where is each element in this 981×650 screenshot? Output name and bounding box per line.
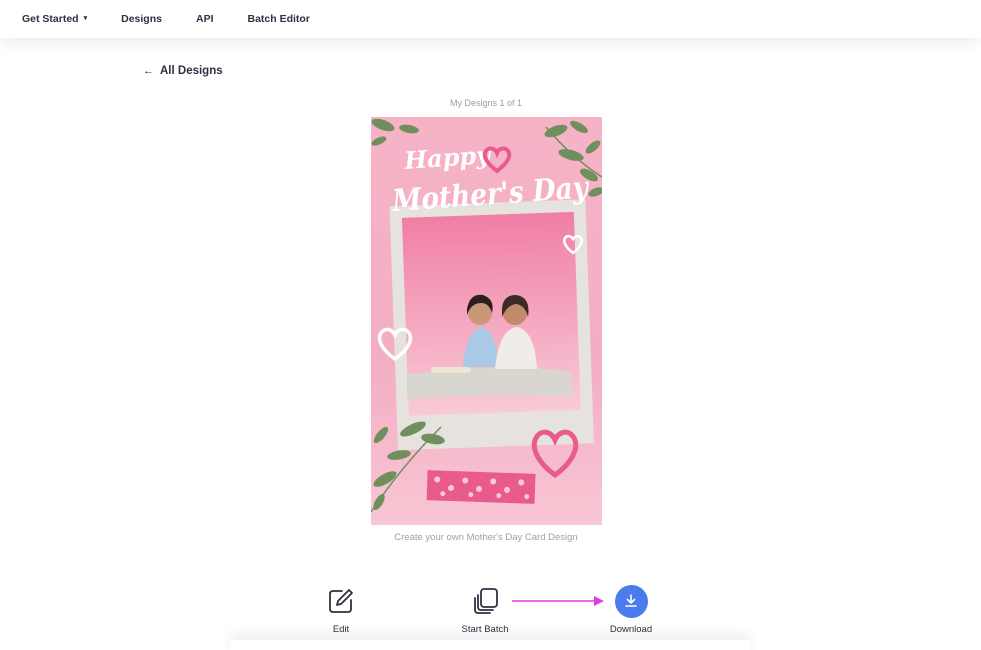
edit-button[interactable]: Edit (296, 585, 386, 635)
chevron-down-icon: ▾ (83, 15, 88, 22)
download-icon (614, 584, 648, 618)
download-label: Download (609, 624, 653, 635)
annotation-arrow (512, 596, 604, 606)
design-preview[interactable]: Happy Mother's Day (371, 117, 602, 525)
nav-api[interactable]: API (196, 13, 214, 25)
nav-get-started[interactable]: Get Started ▾ (22, 13, 87, 25)
card-title-happy: Happy (402, 140, 493, 175)
nav-get-started-label: Get Started (22, 13, 79, 25)
top-nav: Get Started ▾ Designs API Batch Editor (0, 0, 981, 38)
copy-stack-icon (474, 588, 498, 614)
design-counter: My Designs 1 of 1 (449, 98, 523, 108)
start-batch-button[interactable]: Start Batch (440, 585, 530, 635)
bottom-edge-shadow (230, 640, 750, 650)
mothers-day-card-artwork: Happy Mother's Day (371, 117, 602, 525)
edit-label: Edit (332, 624, 350, 635)
nav-batch-editor[interactable]: Batch Editor (248, 13, 310, 25)
nav-designs[interactable]: Designs (121, 13, 162, 25)
all-designs-label: All Designs (160, 65, 223, 77)
edit-icon (329, 589, 353, 613)
arrow-left-icon: ← (143, 65, 154, 77)
washi-tape (426, 470, 536, 504)
all-designs-link[interactable]: ← All Designs (143, 65, 223, 77)
start-batch-label: Start Batch (461, 624, 509, 635)
photo-frame (389, 199, 594, 451)
design-caption: Create your own Mother's Day Card Design (394, 532, 578, 543)
download-button[interactable]: Download (586, 584, 676, 635)
